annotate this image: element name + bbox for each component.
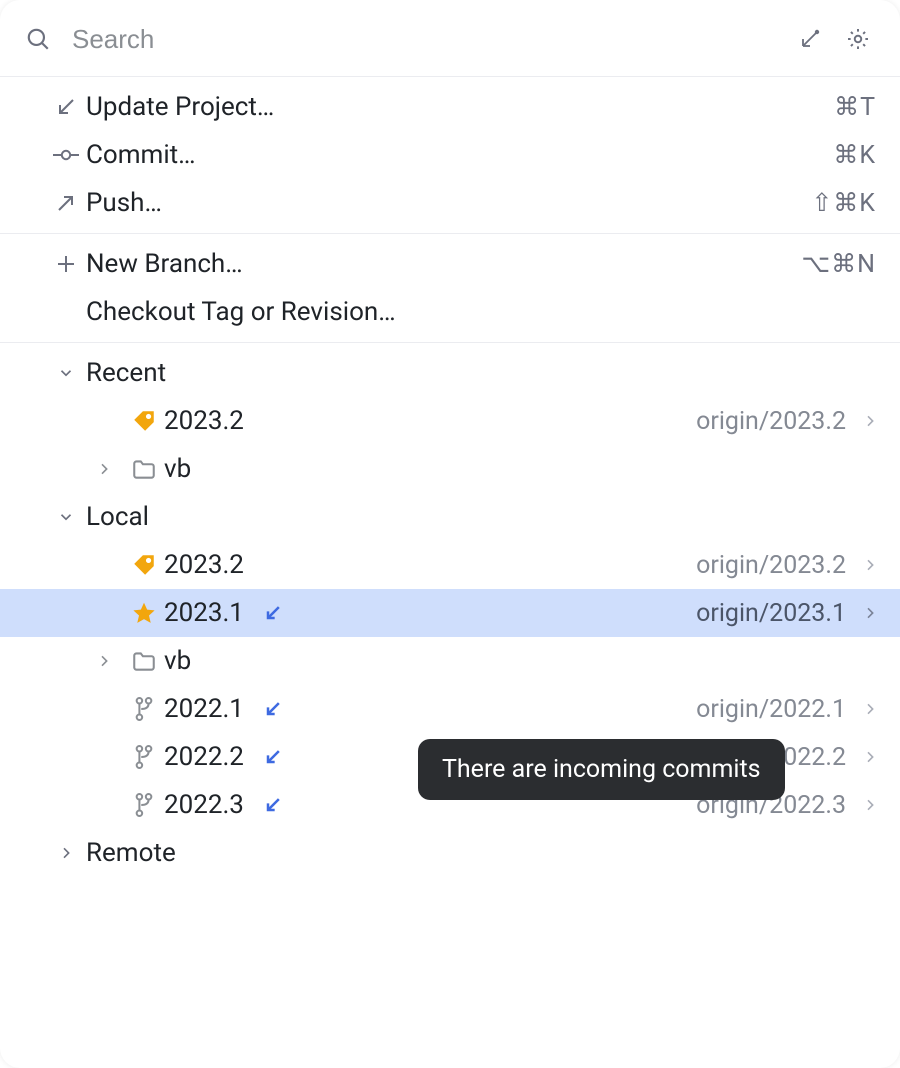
branch-name: 2022.1 [164, 694, 258, 724]
action-shortcut: ⌥⌘N [801, 249, 876, 279]
incoming-arrow-icon [258, 795, 288, 815]
chevron-right-icon [856, 701, 884, 717]
chevron-right-icon [856, 749, 884, 765]
action-update-project[interactable]: Update Project… ⌘T [0, 83, 900, 131]
chevron-down-icon [46, 508, 86, 526]
tag-icon [124, 408, 164, 434]
branch-icon [124, 696, 164, 722]
chevron-right-icon [84, 653, 124, 669]
incoming-arrow-icon [258, 699, 288, 719]
action-label: Commit… [86, 140, 833, 170]
action-label: Push… [86, 188, 811, 218]
chevron-right-icon [856, 797, 884, 813]
action-push[interactable]: Push… ⇧⌘K [0, 179, 900, 227]
commit-icon [46, 143, 86, 167]
divider [0, 342, 900, 343]
incoming-arrow-icon [258, 747, 288, 767]
gear-icon[interactable] [840, 21, 876, 57]
incoming-commits-tooltip: There are incoming commits [418, 739, 785, 800]
branch-name: 2022.3 [164, 790, 258, 820]
search-icon [20, 21, 56, 57]
tracking-label: origin/2023.2 [696, 551, 856, 580]
branch-name: vb [164, 454, 205, 484]
arrow-up-right-icon [46, 191, 86, 215]
branch-name: 2023.2 [164, 550, 258, 580]
category-label: Remote [86, 838, 176, 868]
branch-recent-2023-2[interactable]: 2023.2 origin/2023.2 [0, 397, 900, 445]
incoming-arrow-icon [258, 603, 288, 623]
branch-icon [124, 744, 164, 770]
action-commit[interactable]: Commit… ⌘K [0, 131, 900, 179]
search-input[interactable] [56, 24, 792, 55]
branch-local-2023-2[interactable]: 2023.2 origin/2023.2 [0, 541, 900, 589]
action-shortcut: ⇧⌘K [811, 188, 876, 218]
action-label: Update Project… [86, 92, 834, 122]
chevron-right-icon [46, 845, 86, 861]
branch-name: 2023.1 [164, 598, 258, 628]
branch-recent-vb-folder[interactable]: vb [0, 445, 900, 493]
tracking-label: origin/2023.1 [696, 599, 856, 628]
vcs-branches-popup: Update Project… ⌘T Commit… ⌘K Push… ⇧⌘K … [0, 0, 900, 1068]
action-label: Checkout Tag or Revision… [86, 297, 876, 327]
branch-local-2023-1[interactable]: 2023.1 origin/2023.1 [0, 589, 900, 637]
category-local[interactable]: Local [0, 493, 900, 541]
divider [0, 233, 900, 234]
action-shortcut: ⌘T [834, 92, 876, 122]
folder-icon [124, 456, 164, 482]
branch-icon [124, 792, 164, 818]
tracking-label: origin/2023.2 [696, 407, 856, 436]
action-new-branch[interactable]: New Branch… ⌥⌘N [0, 240, 900, 288]
search-row [0, 8, 900, 70]
plus-icon [46, 252, 86, 276]
divider [0, 76, 900, 77]
tag-icon [124, 552, 164, 578]
action-shortcut: ⌘K [833, 140, 876, 170]
tracking-label: origin/2022.1 [696, 695, 856, 724]
chevron-right-icon [856, 605, 884, 621]
chevron-down-icon [46, 364, 86, 382]
branch-name: 2023.2 [164, 406, 258, 436]
chevron-right-icon [856, 413, 884, 429]
category-label: Local [86, 502, 149, 532]
arrow-down-left-icon [46, 95, 86, 119]
branch-name: 2022.2 [164, 742, 258, 772]
action-label: New Branch… [86, 249, 801, 279]
branch-name: vb [164, 646, 205, 676]
category-recent[interactable]: Recent [0, 349, 900, 397]
category-label: Recent [86, 358, 166, 388]
action-checkout-tag[interactable]: Checkout Tag or Revision… [0, 288, 900, 336]
header-icons [792, 21, 876, 57]
chevron-right-icon [84, 461, 124, 477]
star-icon [124, 600, 164, 626]
branch-local-2022-1[interactable]: 2022.1 origin/2022.1 [0, 685, 900, 733]
branch-local-vb-folder[interactable]: vb [0, 637, 900, 685]
category-remote[interactable]: Remote [0, 829, 900, 877]
folder-icon [124, 648, 164, 674]
chevron-right-icon [856, 557, 884, 573]
fetch-icon[interactable] [792, 21, 828, 57]
